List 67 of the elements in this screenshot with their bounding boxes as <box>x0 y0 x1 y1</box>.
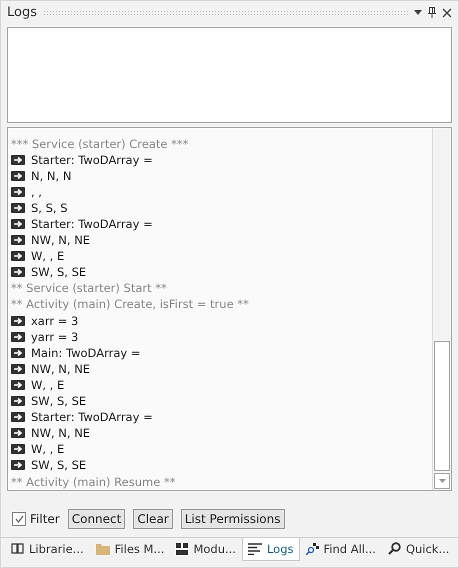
folder-icon <box>96 542 110 555</box>
log-line: NW, N, NE <box>31 362 90 376</box>
text-area[interactable] <box>7 26 452 122</box>
scroll-thumb[interactable] <box>434 340 450 470</box>
panel-tab[interactable]: Files M... <box>90 538 170 561</box>
arrow-icon <box>11 219 25 230</box>
log-line: SW, S, SE <box>31 458 86 472</box>
log-line: S, S, S <box>31 200 68 215</box>
arrow-icon <box>11 170 25 181</box>
arrow-icon <box>11 332 25 342</box>
log-line: SW, S, SE <box>31 265 86 280</box>
arrow-icon <box>11 235 25 246</box>
find-icon <box>306 542 318 555</box>
arrow-icon <box>11 412 25 422</box>
log-line: Starter: TwoDArray = <box>31 152 153 167</box>
caret-icon <box>438 478 446 482</box>
arrow-icon <box>11 267 25 278</box>
filter-checkbox[interactable] <box>12 512 26 526</box>
scrollbar[interactable] <box>432 128 451 490</box>
arrow-icon <box>11 444 25 454</box>
arrow-icon <box>11 316 25 326</box>
arrow-icon <box>11 428 25 438</box>
scroll-down-button[interactable] <box>434 472 450 488</box>
arrow-icon <box>11 380 25 390</box>
log-line: , , <box>31 184 42 199</box>
log-line: Starter: TwoDArray = <box>31 410 153 424</box>
book-icon <box>11 543 24 554</box>
log-header: *** Service (starter) Create *** <box>11 136 188 151</box>
log-header: ** Activity (main) Create, isFirst = true ** <box>11 297 249 312</box>
checkmark-icon <box>14 514 24 522</box>
arrow-icon <box>11 396 25 406</box>
log-header: ** Service (starter) Start ** <box>11 281 167 296</box>
log-line: NW, N, NE <box>31 233 90 248</box>
close-icon[interactable] <box>442 8 452 18</box>
log-line: yarr = 3 <box>31 330 78 344</box>
panel-tab[interactable]: Quick... <box>382 538 456 561</box>
lines-icon <box>248 542 262 555</box>
panel-title: Logs <box>7 5 37 20</box>
toolbar-button[interactable]: List Permissions <box>180 508 284 528</box>
panel-tab[interactable]: Find All... <box>300 538 382 561</box>
panel-tab[interactable]: Modu... <box>170 538 242 561</box>
arrow-icon <box>11 154 25 165</box>
filter-label: Filter <box>30 512 60 526</box>
arrow-icon <box>11 348 25 358</box>
arrow-icon <box>11 460 25 470</box>
arrow-icon <box>11 186 25 197</box>
grid-icon <box>176 542 188 555</box>
dropdown-icon[interactable] <box>414 10 422 16</box>
arrow-icon <box>11 251 25 262</box>
log-line: W, , E <box>31 442 64 456</box>
arrow-icon <box>11 202 25 213</box>
log-line: SW, S, SE <box>31 394 86 408</box>
log-line: W, , E <box>31 249 64 264</box>
panel-tab[interactable]: Logs <box>242 538 300 561</box>
log-line: N, N, N <box>31 168 72 183</box>
log-line: W, , E <box>31 378 64 392</box>
toolbar-button[interactable]: Connect <box>68 508 126 528</box>
log-header: ** Activity (main) Resume ** <box>11 474 176 489</box>
search-icon <box>388 542 401 556</box>
toolbar-button[interactable]: Clear <box>133 508 173 528</box>
log-line: Main: TwoDArray = <box>31 346 140 360</box>
pin-icon[interactable] <box>428 7 436 18</box>
panel-tab[interactable]: Librarie... <box>5 538 90 561</box>
log-line: Starter: TwoDArray = <box>31 217 153 232</box>
log-line: xarr = 3 <box>31 314 78 328</box>
log-line: NW, N, NE <box>31 426 90 440</box>
arrow-icon <box>11 364 25 374</box>
